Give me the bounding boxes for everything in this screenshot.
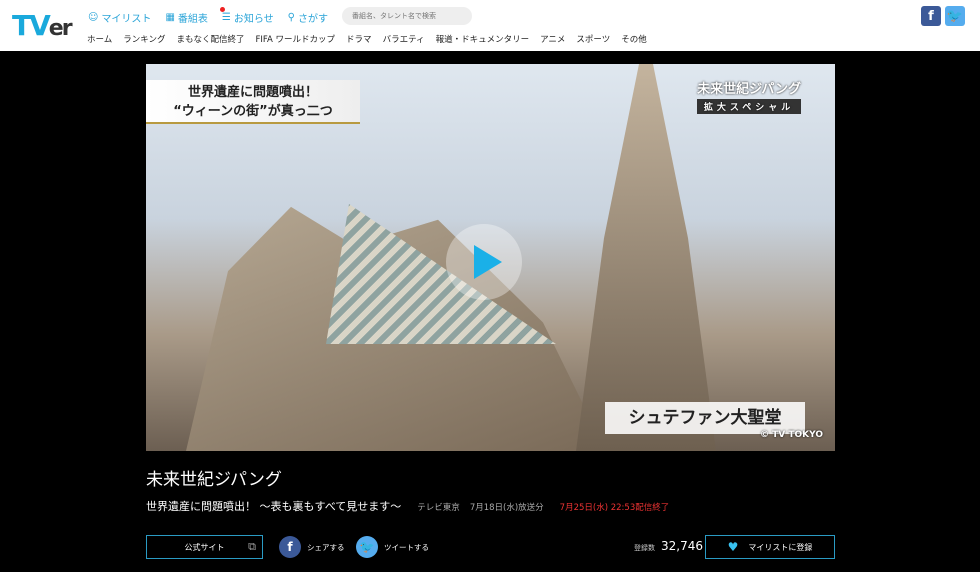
end-date: 7月25日(水) 22:53配信終了 [559, 503, 670, 513]
facebook-share-button[interactable]: f シェアする [279, 536, 345, 558]
copyright: © TV TOKYO [760, 430, 823, 440]
episode-title: 世界遺産に問題噴出！ ～表も裏もすべて見せます～ [146, 500, 402, 513]
external-link-icon: ⧉ [248, 540, 256, 553]
nav-anime[interactable]: アニメ [540, 33, 565, 45]
top-links: ☺ マイリスト ▦ 番組表 ☰ お知らせ ⚲ さがす [88, 7, 328, 25]
facebook-icon: f [279, 536, 301, 558]
twitter-icon[interactable]: 🐦 [945, 6, 965, 26]
episode-info: 世界遺産に問題噴出！ ～表も裏もすべて見せます～ テレビ東京 7月18日(水)放… [146, 498, 669, 514]
tweet-button[interactable]: 🐦 ツイートする [356, 536, 429, 558]
nav-other[interactable]: その他 [621, 33, 647, 45]
nav-variety[interactable]: バラエティ [383, 33, 425, 45]
nav-ending-soon[interactable]: まもなく配信終了 [177, 33, 245, 45]
registration-count: 登録数 32,746 [634, 539, 703, 553]
play-icon[interactable] [446, 224, 522, 300]
notification-dot [219, 7, 225, 12]
search-input[interactable] [342, 7, 472, 25]
nav-drama[interactable]: ドラマ [346, 33, 372, 45]
add-to-mylist-button[interactable]: ♥ マイリストに登録 [705, 535, 835, 559]
header: TVer ☺マイリスト ▦番組表 ☰お知らせ ⚲さがす ホーム ランキング まも… [0, 0, 980, 51]
nav-ranking[interactable]: ランキング [123, 33, 165, 45]
nav-sports[interactable]: スポーツ [576, 33, 610, 45]
caption-program-logo: 未来世紀ジパング 拡大スペシャル [697, 82, 801, 114]
caption-headline: 世界遺産に問題噴出！ “ウィーンの街”が真っ二つ [146, 80, 360, 124]
facebook-icon[interactable]: f [921, 6, 941, 26]
search-link[interactable]: ⚲ さがす [288, 10, 328, 25]
video-player[interactable]: 世界遺産に問題噴出！ “ウィーンの街”が真っ二つ 未来世紀ジパング 拡大スペシャル … [146, 64, 835, 451]
grid-icon: ▦ [165, 12, 175, 23]
main-nav: ホーム ランキング まもなく配信終了 FIFA ワールドカップ ドラマ バラエテ… [87, 33, 647, 45]
user-icon: ☺ [88, 12, 99, 23]
list-icon: ☰ [221, 12, 231, 23]
tver-logo[interactable]: TVer [12, 9, 73, 42]
program-title: 未来世紀ジパング [146, 470, 282, 490]
nav-home[interactable]: ホーム [87, 33, 112, 45]
twitter-icon: 🐦 [356, 536, 378, 558]
broadcaster: テレビ東京 [417, 503, 460, 513]
nav-documentary[interactable]: 報道・ドキュメンタリー [436, 33, 530, 45]
nav-worldcup[interactable]: FIFA ワールドカップ [256, 33, 336, 45]
schedule-link[interactable]: ▦ 番組表 [165, 10, 207, 25]
air-date: 7月18日(水)放送分 [469, 503, 544, 513]
heart-icon: ♥ [727, 540, 739, 554]
search-icon: ⚲ [287, 12, 295, 23]
official-site-button[interactable]: 公式サイト ⧉ [146, 535, 263, 559]
cathedral-spire [576, 64, 716, 451]
news-link[interactable]: ☰ お知らせ [219, 7, 274, 25]
mylist-link[interactable]: ☺ マイリスト [88, 10, 151, 25]
